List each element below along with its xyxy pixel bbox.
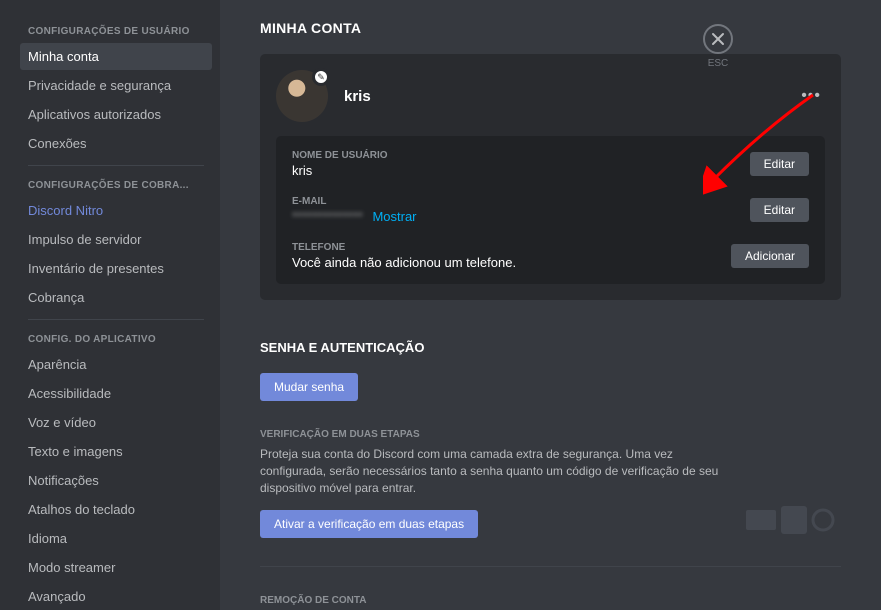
username-display: kris	[344, 88, 371, 105]
sidebar-item-notifications[interactable]: Notificações	[20, 467, 212, 494]
sidebar-item-authorized-apps[interactable]: Aplicativos autorizados	[20, 101, 212, 128]
profile-card: ✎ kris ••• NOME DE USUÁRIO kris Editar E…	[260, 54, 841, 300]
sidebar-item-privacy-safety[interactable]: Privacidade e segurança	[20, 72, 212, 99]
sidebar-item-text-images[interactable]: Texto e imagens	[20, 438, 212, 465]
avatar-edit-badge[interactable]: ✎	[312, 68, 330, 86]
close-settings: ESC	[703, 24, 733, 69]
sidebar-item-language[interactable]: Idioma	[20, 525, 212, 552]
divider	[28, 319, 204, 320]
page-title: MINHA CONTA	[260, 20, 841, 36]
settings-content: MINHA CONTA ✎ kris ••• NOME DE USUÁRIO k…	[220, 0, 881, 610]
close-icon	[711, 32, 725, 46]
field-value: Você ainda não adicionou um telefone.	[292, 255, 516, 270]
close-label: ESC	[708, 58, 729, 69]
sidebar-item-server-boost[interactable]: Impulso de servidor	[20, 226, 212, 253]
field-label: NOME DE USUÁRIO	[292, 150, 388, 161]
sidebar-item-streamer-mode[interactable]: Modo streamer	[20, 554, 212, 581]
profile-menu-icon[interactable]: •••	[801, 87, 821, 105]
sidebar-item-connections[interactable]: Conexões	[20, 130, 212, 157]
field-value: ************** Mostrar	[292, 209, 417, 224]
field-email: E-MAIL ************** Mostrar Editar	[292, 196, 809, 224]
edit-email-button[interactable]: Editar	[750, 198, 809, 222]
field-label: TELEFONE	[292, 242, 516, 253]
divider	[28, 165, 204, 166]
edit-username-button[interactable]: Editar	[750, 152, 809, 176]
field-username: NOME DE USUÁRIO kris Editar	[292, 150, 809, 178]
sidebar-item-keybinds[interactable]: Atalhos do teclado	[20, 496, 212, 523]
account-fields: NOME DE USUÁRIO kris Editar E-MAIL *****…	[276, 136, 825, 284]
removal-header: REMOÇÃO DE CONTA	[260, 595, 841, 606]
reveal-email-link[interactable]: Mostrar	[372, 209, 416, 224]
section-title-password: SENHA E AUTENTICAÇÃO	[260, 340, 841, 355]
sidebar-item-nitro[interactable]: Discord Nitro	[20, 197, 212, 224]
sidebar-item-accessibility[interactable]: Acessibilidade	[20, 380, 212, 407]
sidebar-item-advanced[interactable]: Avançado	[20, 583, 212, 610]
settings-sidebar: CONFIGURAÇÕES DE USUÁRIOMinha contaPriva…	[0, 0, 220, 610]
field-value: kris	[292, 163, 388, 178]
field-label: E-MAIL	[292, 196, 417, 207]
two-fa-illustration	[741, 502, 841, 538]
enable-two-fa-button[interactable]: Ativar a verificação em duas etapas	[260, 510, 478, 538]
sidebar-item-voice-video[interactable]: Voz e vídeo	[20, 409, 212, 436]
sidebar-item-gift-inventory[interactable]: Inventário de presentes	[20, 255, 212, 282]
sidebar-item-billing[interactable]: Cobrança	[20, 284, 212, 311]
avatar[interactable]: ✎	[276, 70, 328, 122]
change-password-button[interactable]: Mudar senha	[260, 373, 358, 401]
field-phone: TELEFONE Você ainda não adicionou um tel…	[292, 242, 809, 270]
two-fa-header: VERIFICAÇÃO EM DUAS ETAPAS	[260, 429, 721, 440]
sidebar-section-header: CONFIG. DO APLICATIVO	[20, 328, 212, 351]
sidebar-section-header: CONFIGURAÇÕES DE USUÁRIO	[20, 20, 212, 43]
sidebar-section-header: CONFIGURAÇÕES DE COBRA...	[20, 174, 212, 197]
divider	[260, 566, 841, 567]
sidebar-item-my-account[interactable]: Minha conta	[20, 43, 212, 70]
close-button[interactable]	[703, 24, 733, 54]
two-fa-desc: Proteja sua conta do Discord com uma cam…	[260, 446, 721, 496]
add-phone-button[interactable]: Adicionar	[731, 244, 809, 268]
sidebar-item-appearance[interactable]: Aparência	[20, 351, 212, 378]
